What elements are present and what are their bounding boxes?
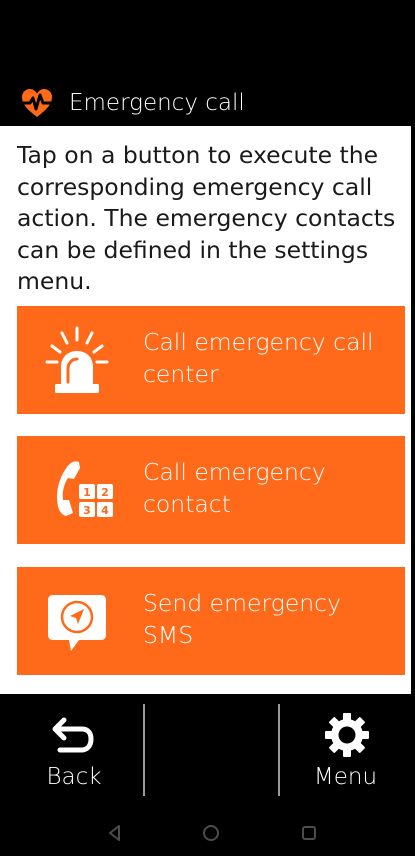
call-emergency-contact-button[interactable]: 1 2 3 4 Call emergency contact bbox=[17, 436, 405, 544]
svg-text:4: 4 bbox=[101, 504, 109, 517]
send-emergency-sms-button[interactable]: Send emergency SMS bbox=[17, 567, 405, 675]
svg-text:2: 2 bbox=[101, 486, 109, 499]
android-recents-icon[interactable] bbox=[297, 821, 321, 845]
menu-label: Menu bbox=[313, 764, 378, 790]
sms-location-icon bbox=[48, 595, 106, 651]
send-emergency-sms-label: Send emergency SMS bbox=[143, 589, 341, 649]
android-home-icon[interactable] bbox=[199, 821, 223, 845]
back-button[interactable]: Back bbox=[0, 694, 143, 806]
android-back-icon[interactable] bbox=[103, 821, 127, 845]
back-label: Back bbox=[46, 764, 102, 790]
title-bar: Emergency call bbox=[0, 80, 415, 126]
svg-text:1: 1 bbox=[83, 486, 91, 499]
siren-icon bbox=[45, 326, 109, 393]
system-navigation-bar bbox=[0, 806, 415, 856]
bottom-action-bar: Back Menu bbox=[0, 694, 415, 806]
page-title: Emergency call bbox=[69, 90, 245, 116]
phone-keypad-icon: 1 2 3 4 bbox=[57, 461, 113, 517]
heart-pulse-icon bbox=[21, 89, 53, 117]
main-content: Tap on a button to execute the correspon… bbox=[0, 126, 415, 694]
phone-screen: Emergency call Tap on a button to execut… bbox=[0, 0, 415, 856]
gear-icon bbox=[325, 713, 369, 757]
empty-bottom-slot bbox=[144, 694, 279, 806]
svg-text:3: 3 bbox=[83, 504, 91, 517]
call-emergency-center-label: Call emergency call center bbox=[143, 328, 374, 388]
menu-button[interactable]: Menu bbox=[280, 694, 415, 806]
instruction-text: Tap on a button to execute the correspon… bbox=[17, 141, 396, 295]
return-arrow-icon bbox=[52, 717, 94, 753]
status-bar-area bbox=[0, 0, 415, 80]
call-emergency-contact-label: Call emergency contact bbox=[143, 458, 326, 518]
call-emergency-center-button[interactable]: Call emergency call center bbox=[17, 306, 405, 414]
